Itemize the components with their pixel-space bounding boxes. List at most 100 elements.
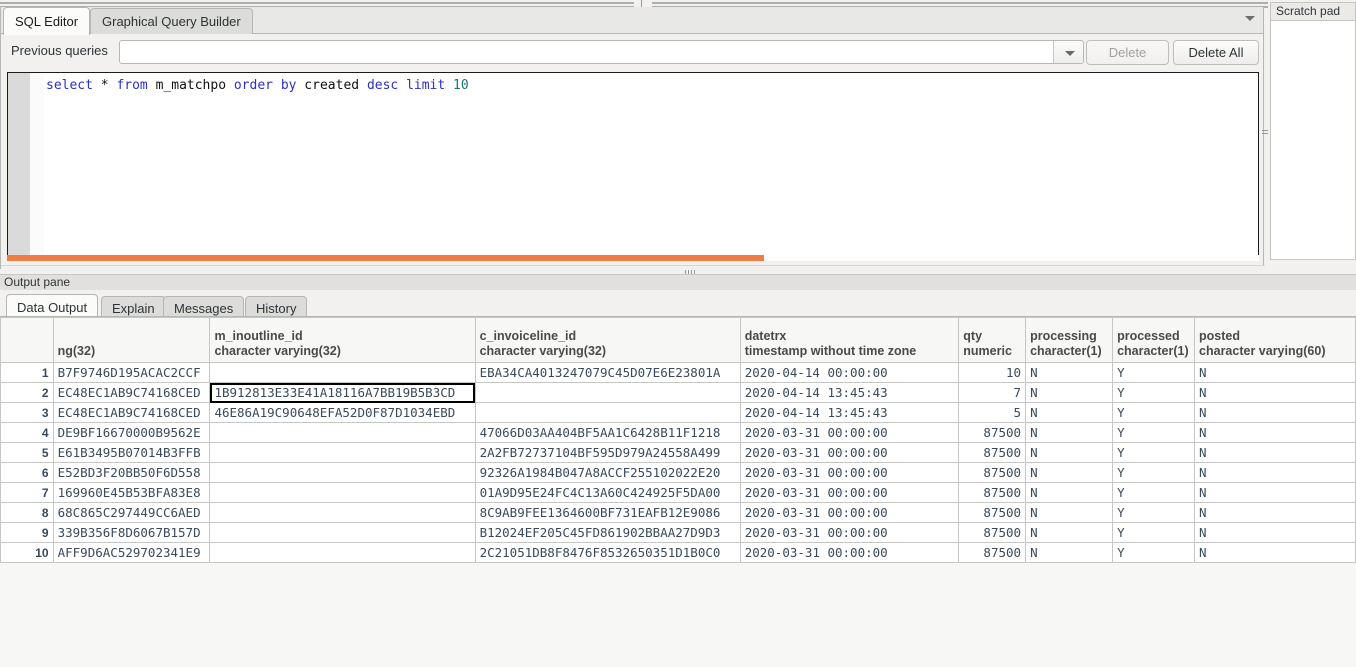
table-cell[interactable]: EBA34CA4013247079C45D07E6E23801A (475, 363, 740, 383)
table-cell[interactable]: 2020-04-14 13:45:43 (740, 403, 959, 423)
table-cell[interactable]: 87500 (959, 423, 1026, 443)
table-cell[interactable]: Y (1113, 463, 1195, 483)
table-cell[interactable]: N (1026, 403, 1113, 423)
table-cell[interactable]: 87500 (959, 463, 1026, 483)
table-cell[interactable]: 87500 (959, 483, 1026, 503)
table-cell[interactable] (210, 363, 475, 383)
table-cell[interactable]: Y (1113, 423, 1195, 443)
table-cell[interactable]: N (1195, 443, 1356, 463)
table-cell[interactable]: N (1195, 483, 1356, 503)
table-cell[interactable]: N (1026, 463, 1113, 483)
table-cell[interactable]: 2020-03-31 00:00:00 (740, 483, 959, 503)
editor-code-area[interactable]: select * from m_matchpo order by created… (44, 73, 1258, 259)
delete-button[interactable]: Delete (1086, 40, 1169, 65)
previous-queries-input[interactable] (120, 41, 1053, 63)
column-header-datetrx[interactable]: datetrxtimestamp without time zone (740, 318, 959, 363)
table-cell[interactable] (210, 483, 475, 503)
column-header-m_inoutline_id[interactable]: m_inoutline_idcharacter varying(32) (210, 318, 475, 363)
table-cell[interactable]: Y (1113, 403, 1195, 423)
table-cell[interactable]: 2020-03-31 00:00:00 (740, 523, 959, 543)
column-header-qty[interactable]: qtynumeric (959, 318, 1026, 363)
row-number-cell[interactable]: 5 (1, 443, 54, 463)
table-cell[interactable]: Y (1113, 443, 1195, 463)
table-cell[interactable]: N (1026, 543, 1113, 563)
table-cell[interactable]: N (1195, 503, 1356, 523)
table-cell-selected[interactable]: 1B912813E33E41A18116A7BB19B5B3CD (210, 383, 475, 403)
table-cell[interactable]: 87500 (959, 503, 1026, 523)
row-number-cell[interactable]: 1 (1, 363, 54, 383)
editor-horizontal-scrollbar[interactable] (7, 255, 1259, 261)
table-cell[interactable]: Y (1113, 523, 1195, 543)
scratch-pad-textarea[interactable] (1270, 20, 1356, 260)
table-cell[interactable]: 87500 (959, 523, 1026, 543)
table-cell[interactable]: 7 (959, 383, 1026, 403)
table-cell[interactable] (475, 403, 740, 423)
table-cell[interactable]: B12024EF205C45FD861902BBAA27D9D3 (475, 523, 740, 543)
table-cell[interactable] (210, 543, 475, 563)
table-cell[interactable]: 2020-03-31 00:00:00 (740, 543, 959, 563)
row-number-cell[interactable]: 9 (1, 523, 54, 543)
table-row[interactable]: 4DE9BF16670000B9562E47066D03AA404BF5AA1C… (1, 423, 1356, 443)
table-cell[interactable]: E61B3495B07014B3FFB (53, 443, 210, 463)
table-cell[interactable]: N (1026, 423, 1113, 443)
table-cell[interactable]: EC48EC1AB9C74168CED (53, 403, 210, 423)
delete-all-button[interactable]: Delete All (1173, 40, 1259, 65)
table-cell[interactable]: 87500 (959, 543, 1026, 563)
table-cell[interactable]: N (1026, 483, 1113, 503)
column-header-processing[interactable]: processingcharacter(1) (1026, 318, 1113, 363)
table-row[interactable]: 7169960E45B53BFA83E801A9D95E24FC4C13A60C… (1, 483, 1356, 503)
sql-editor[interactable]: select * from m_matchpo order by created… (7, 72, 1259, 260)
table-row[interactable]: 2EC48EC1AB9C74168CED1B912813E33E41A18116… (1, 383, 1356, 403)
row-number-cell[interactable]: 6 (1, 463, 54, 483)
table-cell[interactable]: N (1195, 423, 1356, 443)
table-cell[interactable]: 47066D03AA404BF5AA1C6428B11F1218 (475, 423, 740, 443)
table-cell[interactable]: Y (1113, 383, 1195, 403)
table-cell[interactable]: 46E86A19C90648EFA52D0F87D1034EBD (210, 403, 475, 423)
table-cell[interactable]: N (1195, 363, 1356, 383)
table-cell[interactable]: N (1026, 383, 1113, 403)
table-cell[interactable] (210, 503, 475, 523)
table-cell[interactable]: N (1195, 523, 1356, 543)
tab-graphical-query-builder[interactable]: Graphical Query Builder (90, 8, 253, 34)
table-cell[interactable] (210, 523, 475, 543)
table-cell[interactable]: N (1195, 543, 1356, 563)
table-cell[interactable]: E52BD3F20BB50F6D558 (53, 463, 210, 483)
table-row[interactable]: 6E52BD3F20BB50F6D558 92326A1984B047A8ACCF… (1, 463, 1356, 483)
row-number-cell[interactable]: 2 (1, 383, 54, 403)
grid-corner-header[interactable] (1, 318, 54, 363)
column-header-truncated[interactable]: ng(32) (53, 318, 210, 363)
table-cell[interactable]: 2020-04-14 13:45:43 (740, 383, 959, 403)
table-row[interactable]: 3EC48EC1AB9C74168CED46E86A19C90648EFA52D… (1, 403, 1356, 423)
table-cell[interactable]: Y (1113, 543, 1195, 563)
table-cell[interactable]: 339B356F8D6067B157D (53, 523, 210, 543)
table-cell[interactable] (475, 383, 740, 403)
table-cell[interactable]: N (1026, 523, 1113, 543)
table-cell[interactable]: 8C9AB9FEE1364600BF731EAFB12E9086 (475, 503, 740, 523)
table-cell[interactable]: 2020-04-14 00:00:00 (740, 363, 959, 383)
row-number-cell[interactable]: 3 (1, 403, 54, 423)
table-cell[interactable]: Y (1113, 483, 1195, 503)
table-cell[interactable]: N (1026, 363, 1113, 383)
table-row[interactable]: 10AFF9D6AC529702341E92C21051DB8F8476F853… (1, 543, 1356, 563)
table-row[interactable]: 9339B356F8D6067B157D B12024EF205C45FD8619… (1, 523, 1356, 543)
table-cell[interactable]: 92326A1984B047A8ACCF255102022E20 (475, 463, 740, 483)
table-cell[interactable]: N (1195, 403, 1356, 423)
row-number-cell[interactable]: 4 (1, 423, 54, 443)
chevron-down-icon[interactable] (1053, 41, 1083, 63)
table-cell[interactable]: 10 (959, 363, 1026, 383)
editor-scrollbar-thumb[interactable] (7, 255, 764, 261)
table-cell[interactable]: 2020-03-31 00:00:00 (740, 503, 959, 523)
table-cell[interactable]: Y (1113, 363, 1195, 383)
table-cell[interactable]: 01A9D95E24FC4C13A60C424925F5DA00 (475, 483, 740, 503)
previous-queries-combobox[interactable] (119, 40, 1084, 64)
tab-sql-editor[interactable]: SQL Editor (3, 7, 90, 35)
table-cell[interactable] (210, 423, 475, 443)
table-cell[interactable]: 2A2FB72737104BF595D979A24558A499 (475, 443, 740, 463)
table-cell[interactable]: B7F9746D195ACAC2CCF (53, 363, 210, 383)
table-cell[interactable]: EC48EC1AB9C74168CED (53, 383, 210, 403)
table-cell[interactable]: 5 (959, 403, 1026, 423)
data-output-grid[interactable]: ng(32)m_inoutline_idcharacter varying(32… (0, 317, 1356, 667)
table-cell[interactable]: 2C21051DB8F8476F8532650351D1B0C0 (475, 543, 740, 563)
table-cell[interactable]: 2020-03-31 00:00:00 (740, 443, 959, 463)
table-row[interactable]: 5E61B3495B07014B3FFB 2A2FB72737104BF595D9… (1, 443, 1356, 463)
